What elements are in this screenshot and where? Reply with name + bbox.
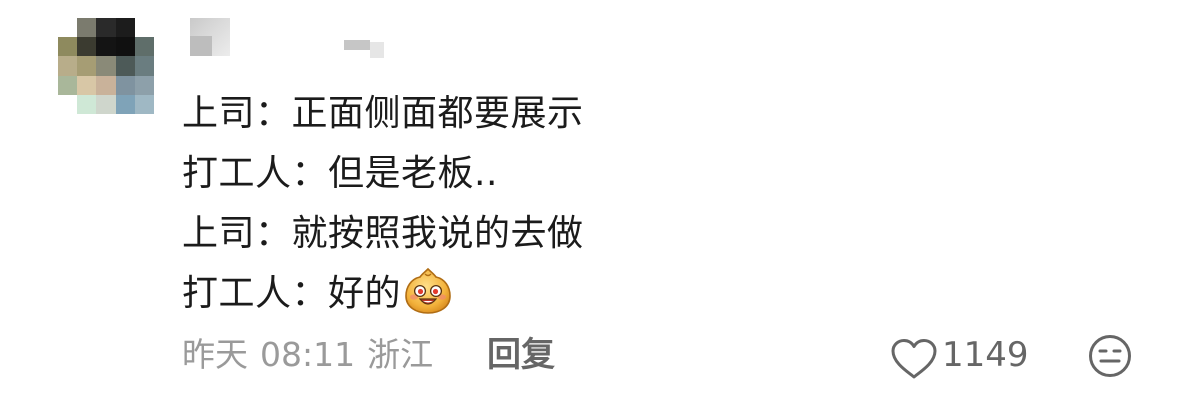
line-text: 正面侧面都要展示	[291, 93, 584, 134]
line-text: 但是老板..	[328, 153, 498, 194]
comment-text: 上司：正面侧面都要展示 打工人：但是老板.. 上司：就按照我说的去做 打工人：好…	[182, 84, 882, 324]
speaker-label: 打工人	[182, 153, 292, 194]
comment-item: 上司：正面侧面都要展示 打工人：但是老板.. 上司：就按照我说的去做 打工人：好…	[0, 0, 1200, 408]
line-text: 好的	[328, 273, 402, 314]
comment-line: 打工人：但是老板..	[182, 144, 882, 204]
comment-location: 浙江	[367, 335, 434, 374]
comment-line: 打工人：好的	[182, 264, 882, 324]
colon: ：	[255, 213, 292, 254]
reply-button[interactable]: 回复	[487, 330, 555, 380]
colon: ：	[255, 93, 292, 134]
neutral-face-icon[interactable]	[1088, 334, 1132, 378]
comment-time: 08:11	[260, 335, 356, 374]
like-button[interactable]: 1149	[890, 330, 1029, 380]
heart-outline-icon	[890, 338, 938, 378]
comment-line: 上司：正面侧面都要展示	[182, 84, 882, 144]
grinning-steamed-bun-emoji	[403, 266, 453, 316]
like-count: 1149	[942, 335, 1029, 375]
username-blurred[interactable]	[186, 18, 416, 58]
speaker-label: 上司	[182, 93, 256, 134]
comment-meta: 昨天 08:11 浙江	[182, 330, 433, 380]
speaker-label: 打工人	[182, 273, 292, 314]
line-text: 就按照我说的去做	[291, 213, 584, 254]
comment-date: 昨天	[182, 335, 248, 374]
speaker-label: 上司	[182, 213, 256, 254]
avatar[interactable]	[58, 18, 154, 114]
colon: ：	[291, 153, 329, 194]
comment-line: 上司：就按照我说的去做	[182, 204, 882, 264]
colon: ：	[291, 273, 329, 314]
